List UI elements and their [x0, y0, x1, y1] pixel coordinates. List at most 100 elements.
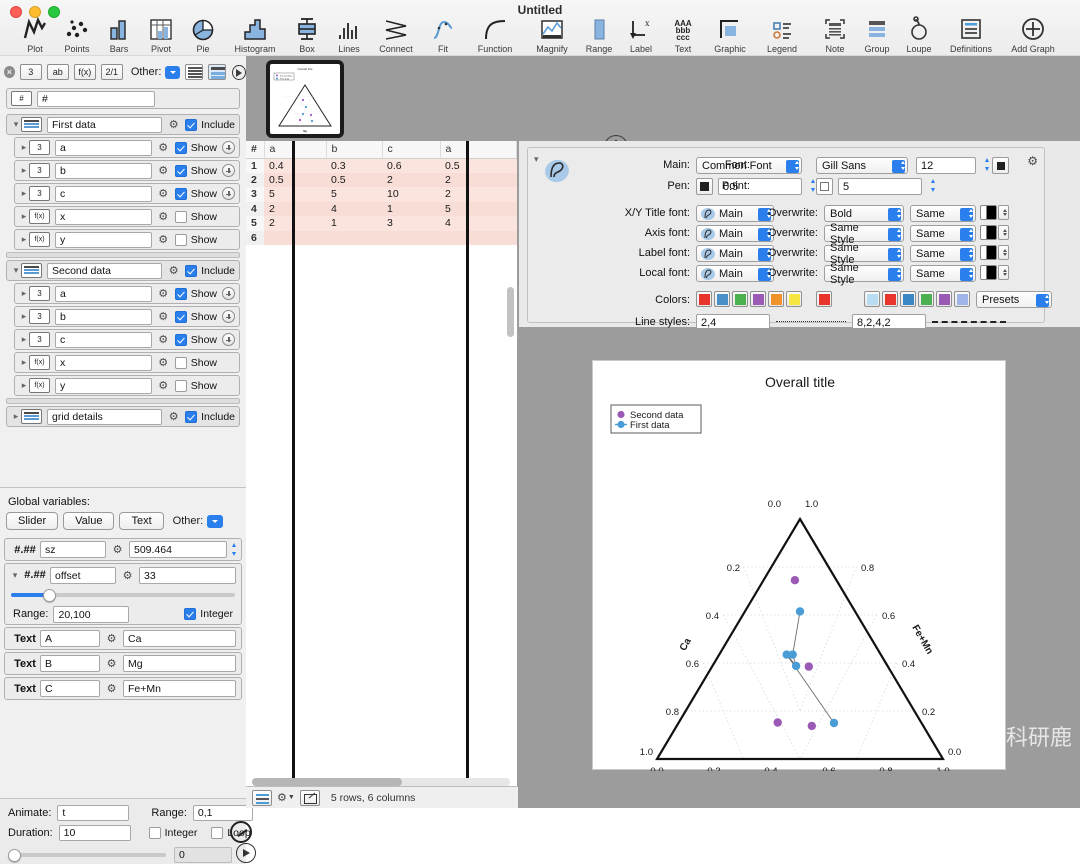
chevron-right-icon[interactable]: ▸ [19, 188, 29, 199]
field-name-input[interactable]: b [55, 309, 152, 325]
data-point[interactable] [808, 722, 816, 730]
chevron-right-icon[interactable]: ▸ [19, 311, 29, 322]
variable-value-input[interactable]: 509.464 [129, 541, 227, 558]
font-family-dropdown[interactable]: Gill Sans [816, 157, 908, 174]
data-point[interactable] [792, 662, 800, 670]
field-name-input[interactable]: a [55, 286, 152, 302]
table-cell[interactable]: 2 [440, 173, 517, 188]
show-checkbox[interactable] [175, 188, 187, 200]
data-point[interactable] [830, 719, 838, 727]
field-name-input[interactable]: x [55, 209, 152, 225]
table-row-number[interactable]: 3 [246, 187, 264, 202]
animate-loop-checkbox[interactable] [211, 827, 223, 839]
table-cell[interactable]: 2 [264, 202, 326, 217]
animate-time-value[interactable]: 0 [174, 847, 232, 863]
color-swatch-primary[interactable] [714, 291, 730, 307]
show-checkbox[interactable] [175, 380, 187, 392]
speaker-icon[interactable] [232, 65, 246, 80]
duration-input[interactable]: 10 [59, 825, 131, 841]
table-cell[interactable] [382, 231, 440, 246]
table-cell[interactable]: 0.6 [382, 158, 440, 173]
table-row[interactable]: 355102 [246, 187, 517, 202]
toolbar-item-fit[interactable]: Fit [422, 14, 464, 54]
global-variable-row[interactable]: #.##sz⚙509.464 [4, 538, 242, 561]
gear-icon[interactable]: ⚙ [104, 632, 119, 645]
table-row[interactable]: 52134 [246, 216, 517, 231]
group-name-input[interactable]: grid details [47, 409, 162, 425]
animate-variable-input[interactable]: t [57, 805, 129, 821]
globals-other-dropdown[interactable] [207, 515, 223, 528]
table-cell[interactable] [440, 231, 517, 246]
data-group-header[interactable]: ▾First data⚙Include [6, 114, 240, 135]
add-field-button[interactable] [222, 310, 235, 323]
add-text-button[interactable]: Text [119, 512, 163, 530]
integer-checkbox[interactable] [184, 608, 196, 620]
add-field-button[interactable] [222, 164, 235, 177]
toolbar-item-lines[interactable]: Lines [328, 14, 370, 54]
chevron-right-icon[interactable]: ▸ [19, 142, 29, 153]
row-number[interactable]: # # [6, 88, 240, 109]
table-cell[interactable] [326, 231, 382, 246]
table-body[interactable]: 10.40.30.60.520.50.52235510242415521346 [246, 158, 517, 245]
chevron-right-icon[interactable]: ▸ [19, 165, 29, 176]
chevron-down-icon[interactable]: ▾ [534, 154, 539, 165]
data-point[interactable] [783, 650, 791, 658]
animate-integer-checkbox[interactable] [149, 827, 161, 839]
font-color-swatch[interactable] [992, 157, 1009, 174]
add-field-button[interactable] [222, 187, 235, 200]
font-size-input[interactable]: 12 [916, 157, 976, 174]
data-field-row[interactable]: ▸3a⚙Show [14, 283, 240, 304]
table-expand-icon[interactable] [300, 790, 320, 806]
toolbar-item-pivot[interactable]: Pivot [140, 14, 182, 54]
show-checkbox[interactable] [175, 334, 187, 346]
add-field-button[interactable] [222, 287, 235, 300]
overwrite-style-dropdown[interactable]: Same Style [824, 245, 904, 262]
color-swatch-primary[interactable] [732, 291, 748, 307]
show-checkbox[interactable] [175, 211, 187, 223]
other-dropdown[interactable] [165, 66, 179, 79]
overwrite-style-dropdown[interactable]: Bold [824, 205, 904, 222]
gear-icon[interactable]: ⚙ [110, 543, 125, 556]
field-name-input[interactable]: b [55, 163, 152, 179]
include-checkbox[interactable] [185, 411, 197, 423]
overwrite-same-dropdown[interactable]: Same [910, 265, 976, 282]
variable-value-input[interactable]: Ca [123, 630, 236, 647]
table-gear-menu[interactable]: ⚙▼ [277, 791, 295, 804]
global-variable-row[interactable]: TextA⚙Ca [4, 627, 242, 650]
presets-dropdown[interactable]: Presets [976, 291, 1052, 308]
data-field-row[interactable]: ▸f(x)x⚙Show [14, 206, 240, 227]
show-checkbox[interactable] [175, 234, 187, 246]
play-button[interactable] [236, 843, 256, 863]
overwrite-same-dropdown[interactable]: Same [910, 245, 976, 262]
data-point[interactable] [796, 607, 804, 615]
color-swatch-secondary[interactable] [864, 291, 880, 307]
toolbar-item-definitions[interactable]: Definitions [940, 14, 1002, 54]
table-cell[interactable]: 10 [382, 187, 440, 202]
gradient-swatch[interactable] [980, 265, 997, 280]
chevron-right-icon[interactable]: ▸ [19, 357, 29, 368]
table-row-number[interactable]: 6 [246, 231, 264, 246]
gear-icon[interactable]: ⚙ [156, 164, 171, 177]
variable-name-input[interactable]: A [40, 630, 100, 647]
number-field-value[interactable]: # [37, 91, 155, 107]
toolbar-item-points[interactable]: Points [56, 14, 98, 54]
table-header-cell[interactable]: c [382, 141, 440, 158]
table-cell[interactable]: 2 [264, 216, 326, 231]
table-row-number[interactable]: 1 [246, 158, 264, 173]
field-name-input[interactable]: a [55, 140, 152, 156]
variable-slider[interactable] [11, 587, 235, 605]
global-variable-row[interactable]: TextC⚙Fe+Mn [4, 677, 242, 700]
type-button-number[interactable]: 3 [20, 64, 42, 80]
color-swatch-secondary[interactable] [918, 291, 934, 307]
chevron-right-icon[interactable]: ▸ [11, 411, 21, 422]
variable-stepper[interactable] [231, 542, 236, 557]
table-cell[interactable]: 0.4 [264, 158, 326, 173]
table-header-cell[interactable]: # [246, 141, 264, 158]
gear-icon[interactable]: ⚙ [156, 333, 171, 346]
toolbar-item-histogram[interactable]: Histogram [224, 14, 286, 54]
toolbar-item-loupe[interactable]: Loupe [898, 14, 940, 54]
toolbar-item-function[interactable]: Function [464, 14, 526, 54]
table-cell[interactable]: 1 [382, 202, 440, 217]
table-row-number[interactable]: 4 [246, 202, 264, 217]
show-checkbox[interactable] [175, 311, 187, 323]
